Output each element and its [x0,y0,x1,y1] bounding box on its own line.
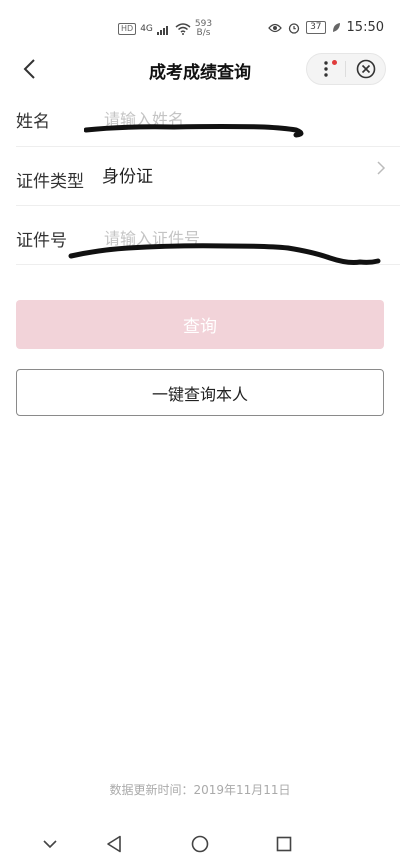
query-button[interactable]: 查询 [16,300,384,349]
signal-icon [156,25,168,35]
close-circle-icon [356,59,376,79]
name-row: 姓名 [16,92,400,147]
wifi-icon [175,23,191,35]
net-speed-unit: B/s [196,28,211,38]
data-update-time: 数据更新时间：2019年11月11日 [109,783,291,797]
network-type: 4G [140,24,153,34]
id-number-row: 证件号 [16,206,400,265]
collapse-button[interactable] [37,831,63,857]
more-dots-icon [324,61,328,77]
leaf-icon [332,23,340,32]
capsule-divider [345,61,346,77]
square-recents-icon [276,836,292,852]
chevron-right-icon [377,161,386,175]
nav-bar: 成考成绩查询 [0,48,400,92]
chevron-down-icon [43,839,57,848]
id-number-label: 证件号 [16,231,67,251]
alarm-icon [288,22,300,34]
clock: 15:50 [346,20,384,35]
status-bar: HD 4G 593 B/s 37 15:50 [0,0,400,54]
triangle-back-icon [107,835,121,853]
mini-program-capsule [306,53,386,85]
query-self-button[interactable]: 一键查询本人 [16,369,384,416]
eye-icon [268,23,282,32]
status-indicators: HD 4G 593 B/s [118,20,212,38]
circle-home-icon [191,835,209,853]
recents-button[interactable] [271,831,297,857]
home-button[interactable] [187,831,213,857]
status-right: 37 15:50 [268,20,384,35]
id-type-row[interactable]: 证件类型 身份证 [16,147,400,206]
name-label: 姓名 [16,112,50,132]
notification-dot [332,60,337,65]
query-form: 姓名 证件类型 身份证 证件号 [0,92,400,265]
name-input[interactable] [102,104,376,134]
hd-badge: HD [118,23,137,35]
system-back-button[interactable] [101,831,127,857]
more-button[interactable] [307,54,345,84]
close-button[interactable] [347,54,385,84]
id-number-input[interactable] [102,223,376,253]
net-speed: 593 B/s [195,20,212,38]
id-type-value[interactable]: 身份证 [102,162,153,187]
system-nav-bar [0,820,400,867]
id-type-label: 证件类型 [16,172,84,192]
battery-indicator: 37 [306,21,326,34]
